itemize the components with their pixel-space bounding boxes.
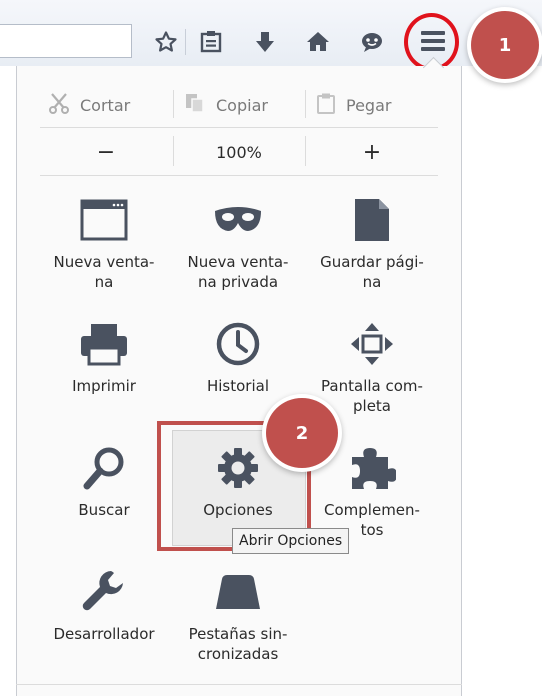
edit-separator — [173, 90, 174, 118]
bookmark-star-icon[interactable] — [151, 27, 181, 57]
print-tile[interactable]: Imprimir — [38, 320, 170, 396]
sync-tabs-label: Pestañas sin- cronizadas — [188, 625, 288, 663]
history-tile[interactable]: Historial — [172, 320, 304, 396]
cloud-tab-icon — [172, 568, 304, 616]
zoom-out-button[interactable]: − — [40, 138, 172, 166]
wrench-icon — [38, 568, 170, 616]
private-window-tile[interactable]: Nueva venta- na privada — [172, 196, 304, 292]
fullscreen-tile[interactable]: Pantalla com- pleta — [306, 320, 438, 416]
new-window-tile[interactable]: Nueva venta- na — [38, 196, 170, 292]
print-label: Imprimir — [72, 377, 136, 395]
scissors-icon — [48, 92, 70, 118]
paste-label: Pegar — [346, 95, 392, 115]
url-bar[interactable] — [0, 24, 132, 58]
new-window-label: Nueva venta- na — [53, 253, 155, 291]
download-icon[interactable] — [250, 27, 280, 57]
private-window-label: Nueva venta- na privada — [187, 253, 289, 291]
page-icon — [306, 196, 438, 244]
toolbar-separator — [185, 29, 186, 55]
history-label: Historial — [206, 377, 269, 395]
zoom-level[interactable]: 100% — [174, 138, 304, 166]
window-icon — [38, 196, 170, 244]
cut-button[interactable]: Cortar — [48, 86, 130, 124]
developer-tile[interactable]: Desarrollador — [38, 568, 170, 644]
clock-icon — [172, 320, 304, 368]
mask-icon — [172, 196, 304, 244]
cut-label: Cortar — [80, 95, 131, 115]
printer-icon — [38, 320, 170, 368]
zoom-in-button[interactable]: + — [306, 138, 438, 166]
paste-icon — [316, 92, 336, 118]
chat-icon[interactable] — [357, 27, 387, 57]
reading-list-icon[interactable] — [196, 27, 226, 57]
options-tooltip: Abrir Opciones — [232, 528, 350, 554]
copy-label: Copiar — [216, 95, 268, 115]
find-tile[interactable]: Buscar — [38, 444, 170, 520]
panel-footer-divider — [16, 684, 462, 685]
paste-button[interactable]: Pegar — [316, 86, 391, 124]
sync-tabs-tile[interactable]: Pestañas sin- cronizadas — [172, 568, 304, 664]
fullscreen-icon — [306, 320, 438, 368]
step-badge-2: 2 — [266, 398, 338, 468]
divider — [40, 175, 438, 176]
magnifier-icon — [38, 444, 170, 492]
developer-label: Desarrollador — [53, 625, 155, 643]
divider — [40, 127, 438, 128]
home-icon[interactable] — [303, 27, 333, 57]
copy-icon — [184, 92, 206, 118]
save-page-label: Guardar pági- na — [320, 253, 424, 291]
copy-button[interactable]: Copiar — [184, 86, 268, 124]
save-page-tile[interactable]: Guardar pági- na — [306, 196, 438, 292]
step-badge-1: 1 — [471, 11, 539, 79]
edit-separator — [305, 90, 306, 118]
find-label: Buscar — [78, 501, 130, 519]
